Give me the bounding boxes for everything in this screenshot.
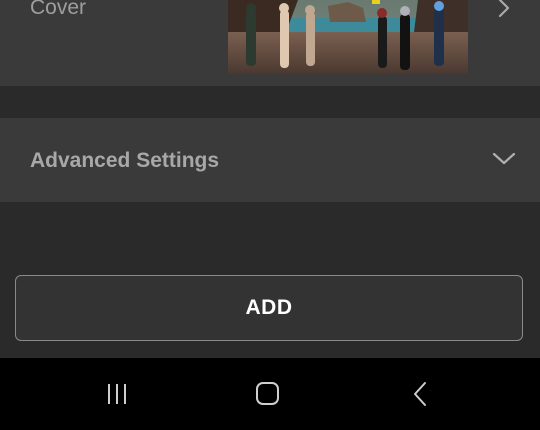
- advanced-settings-row[interactable]: Advanced Settings: [0, 118, 540, 202]
- chevron-right-icon[interactable]: [494, 0, 514, 20]
- chevron-down-icon[interactable]: [492, 150, 516, 170]
- cover-thumbnail[interactable]: [228, 0, 468, 74]
- add-button-label: ADD: [245, 296, 293, 319]
- cover-label: Cover: [30, 0, 87, 19]
- recent-apps-icon[interactable]: [103, 380, 133, 410]
- system-navigation-bar: [0, 358, 540, 430]
- back-icon[interactable]: [405, 380, 435, 410]
- cover-row[interactable]: Cover: [0, 0, 540, 86]
- cover-image: [228, 0, 468, 74]
- section-divider: [0, 86, 540, 118]
- advanced-settings-label: Advanced Settings: [30, 149, 220, 172]
- home-icon[interactable]: [253, 380, 283, 410]
- add-button[interactable]: ADD: [15, 275, 523, 341]
